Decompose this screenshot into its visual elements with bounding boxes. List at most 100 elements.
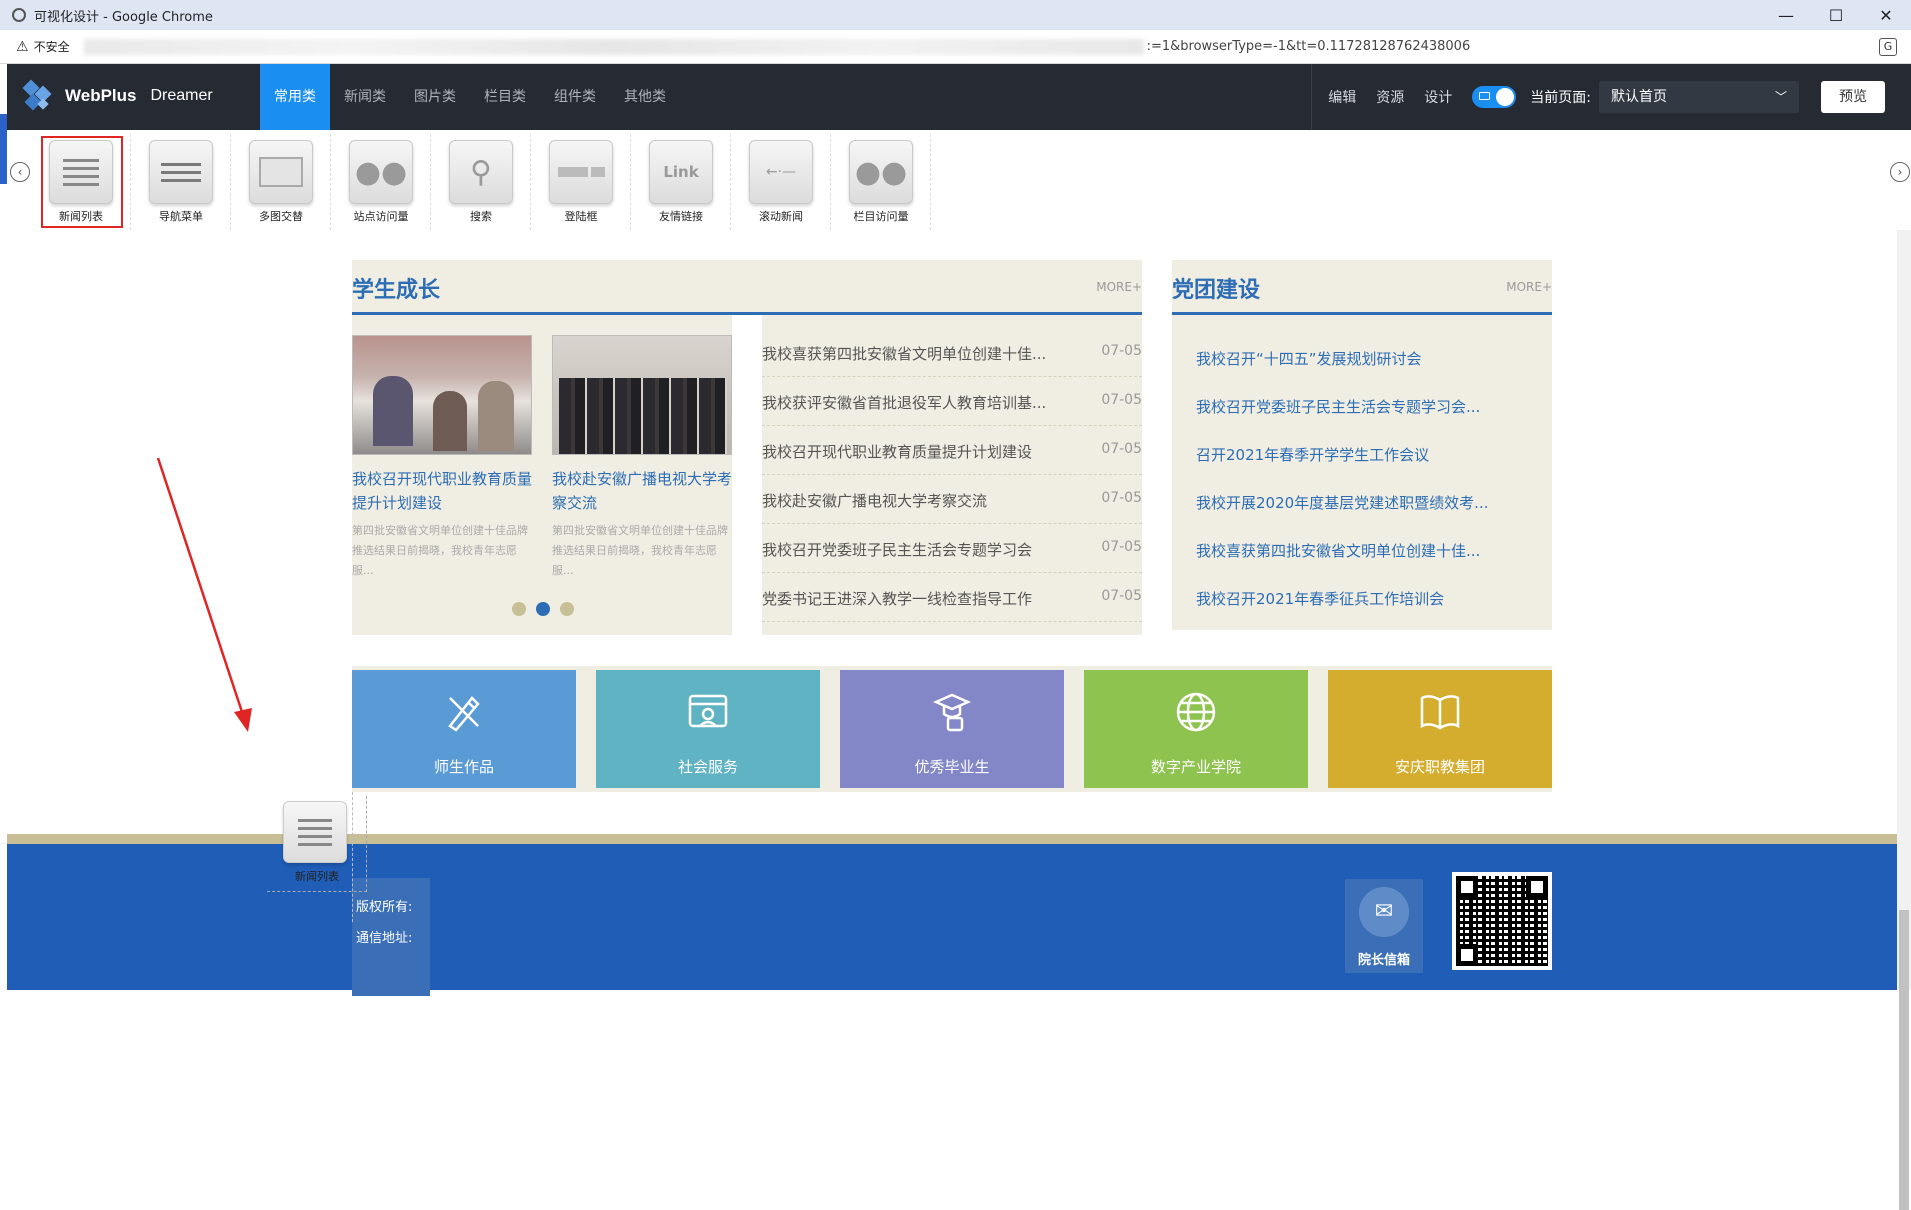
component-friend-links[interactable]: Link 友情链接 xyxy=(631,134,731,230)
resource-action[interactable]: 资源 xyxy=(1366,87,1414,107)
page-scrollbar[interactable] xyxy=(1897,230,1911,1210)
tile-label: 优秀毕业生 xyxy=(914,758,990,776)
news-row[interactable]: 我校召开现代职业教育质量提升计划建设 07-05 xyxy=(762,426,1142,475)
component-column-visitors[interactable]: ●● 栏目访问量 xyxy=(831,134,931,230)
url-text[interactable]: :=1&browserType=-1&tt=0.1172812876243800… xyxy=(1147,39,1471,54)
tab-common[interactable]: 常用类 xyxy=(260,64,330,130)
minimize-button[interactable]: — xyxy=(1761,0,1811,30)
carousel-dots[interactable] xyxy=(512,602,574,616)
qr-code xyxy=(1452,872,1552,970)
component-label: 站点访问量 xyxy=(353,210,409,223)
tab-image[interactable]: 图片类 xyxy=(400,64,470,130)
multi-image-icon xyxy=(259,157,303,187)
graduate-icon xyxy=(840,690,1064,738)
party-news-item[interactable]: 我校召开党委班子民主生活会专题学习会... xyxy=(1196,383,1536,431)
window-titlebar: 可视化设计 - Google Chrome — ☐ ✕ xyxy=(0,0,1911,30)
tile-label: 师生作品 xyxy=(433,758,494,776)
url-blurred xyxy=(83,38,1144,55)
news-list: 我校喜获第四批安徽省文明单位创建十佳... 07-05 我校获评安徽省首批退役军人… xyxy=(762,328,1142,622)
login-box-icon xyxy=(557,167,605,177)
close-button[interactable]: ✕ xyxy=(1861,0,1911,30)
tile-service[interactable]: 社会服务 xyxy=(596,670,820,788)
book-icon xyxy=(1328,690,1552,738)
component-multi-image[interactable]: 多图交替 xyxy=(231,134,331,230)
visitors-icon: ●● xyxy=(354,154,408,190)
tile-label: 安庆职教集团 xyxy=(1394,758,1485,776)
device-toggle[interactable] xyxy=(1472,86,1517,108)
news-row[interactable]: 我校召开党委班子民主生活会专题学习会 07-05 xyxy=(762,524,1142,573)
tab-column[interactable]: 栏目类 xyxy=(470,64,540,130)
globe-icon xyxy=(1084,690,1308,738)
party-building-section: 党团建设 MORE+ 我校召开“十四五”发展规划研讨会 我校召开党委班子民主生活… xyxy=(1172,260,1552,630)
preview-button[interactable]: 预览 xyxy=(1821,81,1885,113)
photo-meeting xyxy=(352,335,532,455)
photo-desc: 第四批安徽省文明单位创建十佳品牌推选结果日前揭晓，我校青年志愿服... xyxy=(552,524,728,577)
component-label: 搜索 xyxy=(470,210,492,223)
drag-label: 新闻列表 xyxy=(295,870,339,883)
tile-label: 社会服务 xyxy=(677,758,738,776)
column-visitors-icon: ●● xyxy=(854,154,908,190)
tile-works[interactable]: 师生作品 xyxy=(352,670,576,788)
tab-other[interactable]: 其他类 xyxy=(610,64,680,130)
footer-info: 版权所有: 通信地址: xyxy=(352,878,430,996)
party-news-item[interactable]: 我校召开2021年春季征兵工作培训会 xyxy=(1196,575,1536,623)
current-page-value: 默认首页 xyxy=(1611,89,1667,105)
current-page-select[interactable]: 默认首页 ﹀ xyxy=(1599,81,1799,113)
news-row[interactable]: 我校赴安徽广播电视大学考察交流 07-05 xyxy=(762,475,1142,524)
carousel-dot[interactable] xyxy=(512,602,526,616)
news-row[interactable]: 党委书记王进深入教学一线检查指导工作 07-05 xyxy=(762,573,1142,622)
tile-graduates[interactable]: 优秀毕业生 xyxy=(840,670,1064,788)
component-search[interactable]: ⚲ 搜索 xyxy=(431,134,531,230)
component-label: 栏目访问量 xyxy=(853,210,909,223)
address-label: 通信地址: xyxy=(356,931,413,946)
translate-icon[interactable]: G xyxy=(1879,38,1897,56)
monitor-icon xyxy=(1479,92,1491,100)
product-name: Dreamer xyxy=(150,87,213,104)
scroll-left-icon[interactable]: ‹ xyxy=(10,162,30,182)
party-news-item[interactable]: 我校喜获第四批安徽省文明单位创建十佳... xyxy=(1196,527,1536,575)
news-row[interactable]: 我校喜获第四批安徽省文明单位创建十佳... 07-05 xyxy=(762,328,1142,377)
dragging-component[interactable]: 新闻列表 xyxy=(267,796,367,892)
annotation-arrow-icon xyxy=(156,457,252,732)
link-icon: Link xyxy=(663,163,699,181)
security-label: 不安全 xyxy=(33,40,70,54)
component-login-box[interactable]: 登陆框 xyxy=(531,134,631,230)
component-scroll-news[interactable]: ←·— 滚动新闻 xyxy=(731,134,831,230)
news-row[interactable]: 我校获评安徽省首批退役军人教育培训基... 07-05 xyxy=(762,377,1142,426)
carousel-dot[interactable] xyxy=(536,602,550,616)
photo-card[interactable]: 我校赴安徽广播电视大学考察交流 第四批安徽省文明单位创建十佳品牌推选结果日前揭晓… xyxy=(552,335,732,581)
student-growth-section: 学生成长 MORE+ 我校召开现代职业教育质量提升计划建设 第四批安徽省文明单位… xyxy=(352,260,1142,635)
president-mailbox[interactable]: ✉ 院长信箱 xyxy=(1345,879,1423,973)
photo-card[interactable]: 我校召开现代职业教育质量提升计划建设 第四批安徽省文明单位创建十佳品牌推选结果日… xyxy=(352,335,532,581)
edit-action[interactable]: 编辑 xyxy=(1318,87,1366,107)
pencil-ruler-icon xyxy=(352,690,576,738)
more-link[interactable]: MORE+ xyxy=(1096,280,1142,294)
component-visitors[interactable]: ●● 站点访问量 xyxy=(331,134,431,230)
photo-caption: 我校召开现代职业教育质量提升计划建设 xyxy=(352,470,532,512)
mailbox-label: 院长信箱 xyxy=(1357,953,1410,968)
warning-icon: ⚠ xyxy=(16,38,29,55)
component-news-list[interactable]: 新闻列表 xyxy=(31,134,131,230)
tile-education-group[interactable]: 安庆职教集团 xyxy=(1328,670,1552,788)
party-news-item[interactable]: 我校开展2020年度基层党建述职暨绩效考... xyxy=(1196,479,1536,527)
component-strip: ‹ 新闻列表 导航菜单 多图交替 ●● 站点访问量 ⚲ 搜索 登陆框 Link xyxy=(7,130,1911,230)
mail-icon: ✉ xyxy=(1359,887,1409,937)
logo: WebPlus Dreamer xyxy=(21,78,213,114)
news-list-icon xyxy=(298,814,332,851)
design-action[interactable]: 设计 xyxy=(1414,87,1462,107)
scroll-right-icon[interactable]: › xyxy=(1890,162,1910,182)
search-icon: ⚲ xyxy=(470,154,492,190)
nav-menu-icon xyxy=(161,158,201,187)
maximize-button[interactable]: ☐ xyxy=(1811,0,1861,30)
security-indicator[interactable]: ⚠ 不安全 xyxy=(16,38,70,55)
party-news-item[interactable]: 召开2021年春季开学学生工作会议 xyxy=(1196,431,1536,479)
component-label: 导航菜单 xyxy=(159,210,203,223)
more-link[interactable]: MORE+ xyxy=(1506,280,1552,294)
tile-digital-college[interactable]: 数字产业学院 xyxy=(1084,670,1308,788)
party-news-item[interactable]: 我校召开“十四五”发展规划研讨会 xyxy=(1196,335,1536,383)
tab-component[interactable]: 组件类 xyxy=(540,64,610,130)
carousel-dot[interactable] xyxy=(560,602,574,616)
address-bar[interactable]: ⚠ 不安全 :=1&browserType=-1&tt=0.1172812876… xyxy=(0,30,1911,64)
component-nav-menu[interactable]: 导航菜单 xyxy=(131,134,231,230)
tab-news[interactable]: 新闻类 xyxy=(330,64,400,130)
